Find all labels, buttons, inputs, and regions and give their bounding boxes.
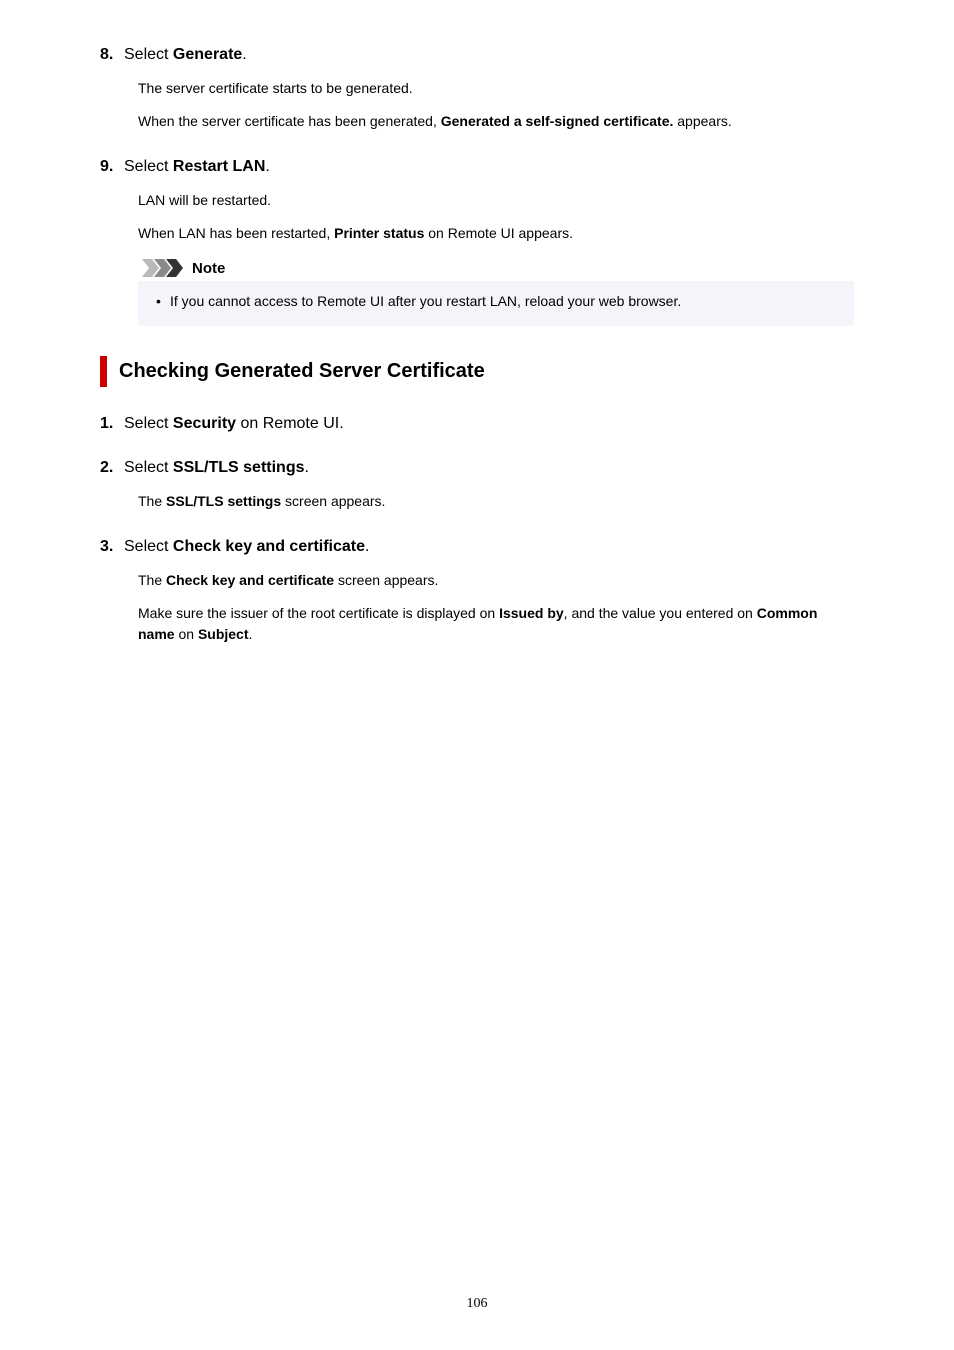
step-1: 1. Select Security on Remote UI. bbox=[100, 415, 854, 433]
step-8: 8. Select Generate. The server certifica… bbox=[100, 46, 854, 132]
note-title: Note bbox=[192, 260, 225, 277]
note-item: If you cannot access to Remote UI after … bbox=[156, 291, 840, 312]
step-title: Select Restart LAN. bbox=[124, 158, 270, 176]
step-heading: 1. Select Security on Remote UI. bbox=[100, 415, 854, 433]
step-number: 1. bbox=[100, 415, 124, 433]
step-heading: 9. Select Restart LAN. bbox=[100, 158, 854, 176]
step-title: Select Security on Remote UI. bbox=[124, 415, 344, 433]
step-title: Select Generate. bbox=[124, 46, 247, 64]
step-body: The server certificate starts to be gene… bbox=[138, 78, 854, 132]
step-2: 2. Select SSL/TLS settings. The SSL/TLS … bbox=[100, 459, 854, 512]
step-body: The Check key and certificate screen app… bbox=[138, 570, 854, 645]
step-text: The server certificate starts to be gene… bbox=[138, 78, 854, 99]
step-text: Make sure the issuer of the root certifi… bbox=[138, 603, 854, 645]
note-body: If you cannot access to Remote UI after … bbox=[138, 281, 854, 326]
step-text: The SSL/TLS settings screen appears. bbox=[138, 491, 854, 512]
step-text: When the server certificate has been gen… bbox=[138, 111, 854, 132]
step-title: Select Check key and certificate. bbox=[124, 538, 369, 556]
step-number: 2. bbox=[100, 459, 124, 477]
page-number: 106 bbox=[0, 1296, 954, 1312]
section-accent-bar bbox=[100, 356, 107, 387]
step-text: When LAN has been restarted, Printer sta… bbox=[138, 223, 854, 244]
step-body: LAN will be restarted. When LAN has been… bbox=[138, 190, 854, 326]
step-heading: 3. Select Check key and certificate. bbox=[100, 538, 854, 556]
step-title: Select SSL/TLS settings. bbox=[124, 459, 309, 477]
page-content: 8. Select Generate. The server certifica… bbox=[0, 0, 954, 645]
section-title: Checking Generated Server Certificate bbox=[119, 356, 485, 387]
step-body: The SSL/TLS settings screen appears. bbox=[138, 491, 854, 512]
chevron-icon bbox=[142, 259, 186, 277]
note-box: Note If you cannot access to Remote UI a… bbox=[138, 256, 854, 326]
step-number: 9. bbox=[100, 158, 124, 176]
section-heading: Checking Generated Server Certificate bbox=[100, 356, 854, 387]
step-text: LAN will be restarted. bbox=[138, 190, 854, 211]
step-heading: 8. Select Generate. bbox=[100, 46, 854, 64]
step-text: The Check key and certificate screen app… bbox=[138, 570, 854, 591]
step-heading: 2. Select SSL/TLS settings. bbox=[100, 459, 854, 477]
step-3: 3. Select Check key and certificate. The… bbox=[100, 538, 854, 645]
step-number: 8. bbox=[100, 46, 124, 64]
note-header: Note bbox=[138, 256, 854, 281]
step-number: 3. bbox=[100, 538, 124, 556]
step-9: 9. Select Restart LAN. LAN will be resta… bbox=[100, 158, 854, 326]
